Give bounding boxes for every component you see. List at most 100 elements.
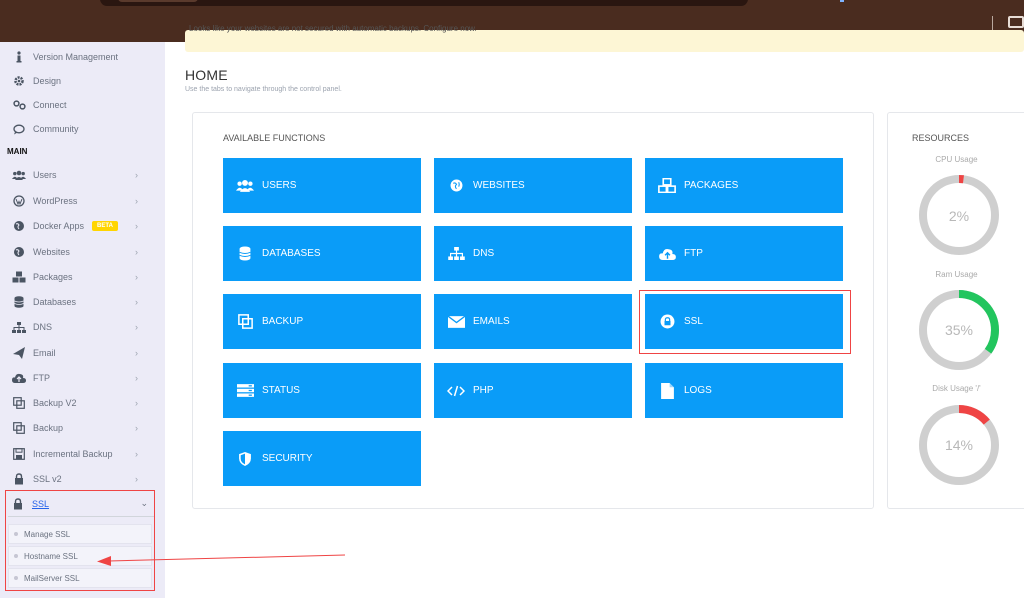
function-button-logs[interactable]: LOGS <box>645 363 843 418</box>
function-button-dns[interactable]: DNS <box>434 226 632 281</box>
chevron-right-icon: › <box>135 348 138 358</box>
sidebar-item-ssl-v2[interactable]: SSL v2 › <box>0 467 165 491</box>
database-icon <box>236 245 254 263</box>
sidebar-item-label: Version Management <box>33 52 119 62</box>
globe-icon <box>447 177 465 195</box>
sidebar-section-main: MAIN <box>7 147 28 156</box>
sidebar-item-docker-apps[interactable]: Docker Apps BETA › <box>0 214 165 238</box>
sidebar-item-databases[interactable]: Databases › <box>0 290 165 314</box>
database-icon <box>12 295 26 309</box>
sidebar-item-backup[interactable]: Backup › <box>0 416 165 440</box>
function-label: EMAILS <box>473 316 510 327</box>
function-label: PACKAGES <box>684 180 739 191</box>
wordpress-icon <box>12 194 26 208</box>
chevron-right-icon: › <box>135 322 138 332</box>
function-label: DATABASES <box>262 248 321 259</box>
sidebar-subitem-manage-ssl[interactable]: Manage SSL <box>8 524 152 544</box>
sidebar-item-design[interactable]: Design <box>0 69 165 93</box>
function-button-emails[interactable]: EMAILS <box>434 294 632 349</box>
sidebar-item-ssl[interactable]: SSL ⌄ <box>8 491 154 517</box>
sidebar-item-label: Backup V2 <box>33 398 77 408</box>
sidebar-item-label: Docker Apps <box>33 221 85 231</box>
sidebar-item-label: Design <box>33 76 62 86</box>
function-label: SECURITY <box>262 453 313 464</box>
shield-icon <box>236 450 254 468</box>
sidebar-item-dns[interactable]: DNS › <box>0 315 165 339</box>
users-icon <box>236 177 254 195</box>
function-button-packages[interactable]: PACKAGES <box>645 158 843 213</box>
globe-icon <box>12 219 26 233</box>
cubes-icon <box>658 177 676 195</box>
lock-icon <box>12 472 26 486</box>
sidebar-item-connect[interactable]: Connect <box>0 93 165 117</box>
sidebar-item-wordpress[interactable]: WordPress › <box>0 189 165 213</box>
sidebar-item-email[interactable]: Email › <box>0 341 165 365</box>
function-button-websites[interactable]: WEBSITES <box>434 158 632 213</box>
sitemap-icon <box>447 245 465 263</box>
function-button-security[interactable]: SECURITY <box>223 431 421 486</box>
subitem-label: Manage SSL <box>24 529 71 539</box>
chevron-right-icon: › <box>135 398 138 408</box>
lock-icon <box>658 313 676 331</box>
copy-icon <box>12 421 26 435</box>
function-button-users[interactable]: USERS <box>223 158 421 213</box>
function-button-backup[interactable]: BACKUP <box>223 294 421 349</box>
subitem-label: Hostname SSL <box>24 551 78 561</box>
link-icon <box>12 98 26 112</box>
gear-icon <box>12 74 26 88</box>
function-label: STATUS <box>262 385 300 396</box>
sidebar-item-label: Packages <box>33 272 73 282</box>
function-button-ssl[interactable]: SSL <box>645 294 843 349</box>
resources-panel: RESOURCES CPU Usage 2% Ram Usage 35% Dis… <box>887 112 1024 509</box>
function-label: SSL <box>684 316 703 327</box>
server-icon <box>236 382 254 400</box>
sidebar-item-ftp[interactable]: FTP › <box>0 366 165 390</box>
bullet-icon <box>14 554 18 558</box>
sidebar-item-label: SSL v2 <box>33 474 62 484</box>
sidebar-item-community[interactable]: Community <box>0 117 165 141</box>
browser-address-bar[interactable] <box>100 0 748 6</box>
function-label: PHP <box>473 385 494 396</box>
cubes-icon <box>12 270 26 284</box>
chevron-down-icon: ⌄ <box>140 498 148 508</box>
copy-icon <box>12 396 26 410</box>
function-button-php[interactable]: PHP <box>434 363 632 418</box>
page-subtitle: Use the tabs to navigate through the con… <box>185 86 342 93</box>
sidebar-item-label: WordPress <box>33 196 78 206</box>
function-label: FTP <box>684 248 703 259</box>
function-button-ftp[interactable]: FTP <box>645 226 843 281</box>
ram-usage-value: 35% <box>944 322 974 338</box>
address-bar-segment <box>118 0 198 2</box>
sidebar-item-users[interactable]: Users › <box>0 163 165 187</box>
disk-usage-value: 14% <box>944 437 974 453</box>
sidebar-item-incremental-backup[interactable]: Incremental Backup › <box>0 442 165 466</box>
annotation-arrow <box>97 554 345 566</box>
function-button-databases[interactable]: DATABASES <box>223 226 421 281</box>
cpu-usage-label: CPU Usage <box>935 155 978 164</box>
paper-plane-icon <box>12 346 26 360</box>
sidebar-item-label: Connect <box>33 100 67 110</box>
function-label: WEBSITES <box>473 180 525 191</box>
sidebar-subitem-mailserver-ssl[interactable]: MailServer SSL <box>8 568 152 588</box>
bullet-icon <box>14 532 18 536</box>
sidebar-item-packages[interactable]: Packages › <box>0 265 165 289</box>
info-icon <box>12 50 26 64</box>
chevron-right-icon: › <box>135 373 138 383</box>
chat-icon <box>12 122 26 136</box>
resources-title: RESOURCES <box>912 133 970 143</box>
sidebar-item-label: Email <box>33 348 56 358</box>
function-button-status[interactable]: STATUS <box>223 363 421 418</box>
status-indicator <box>840 0 844 2</box>
sidebar-item-label: Backup <box>33 423 64 433</box>
bullet-icon <box>14 576 18 580</box>
sidebar-item-websites[interactable]: Websites › <box>0 240 165 264</box>
sidebar-item-version-management[interactable]: Version Management <box>0 45 165 69</box>
copy-icon <box>236 313 254 331</box>
chevron-right-icon: › <box>135 449 138 459</box>
cloud-upload-icon <box>658 245 676 263</box>
sidebar-item-backup-v2[interactable]: Backup V2 › <box>0 391 165 415</box>
sitemap-icon <box>12 320 26 334</box>
chevron-right-icon: › <box>135 221 138 231</box>
folder-icon[interactable] <box>1008 16 1024 28</box>
chevron-right-icon: › <box>135 423 138 433</box>
